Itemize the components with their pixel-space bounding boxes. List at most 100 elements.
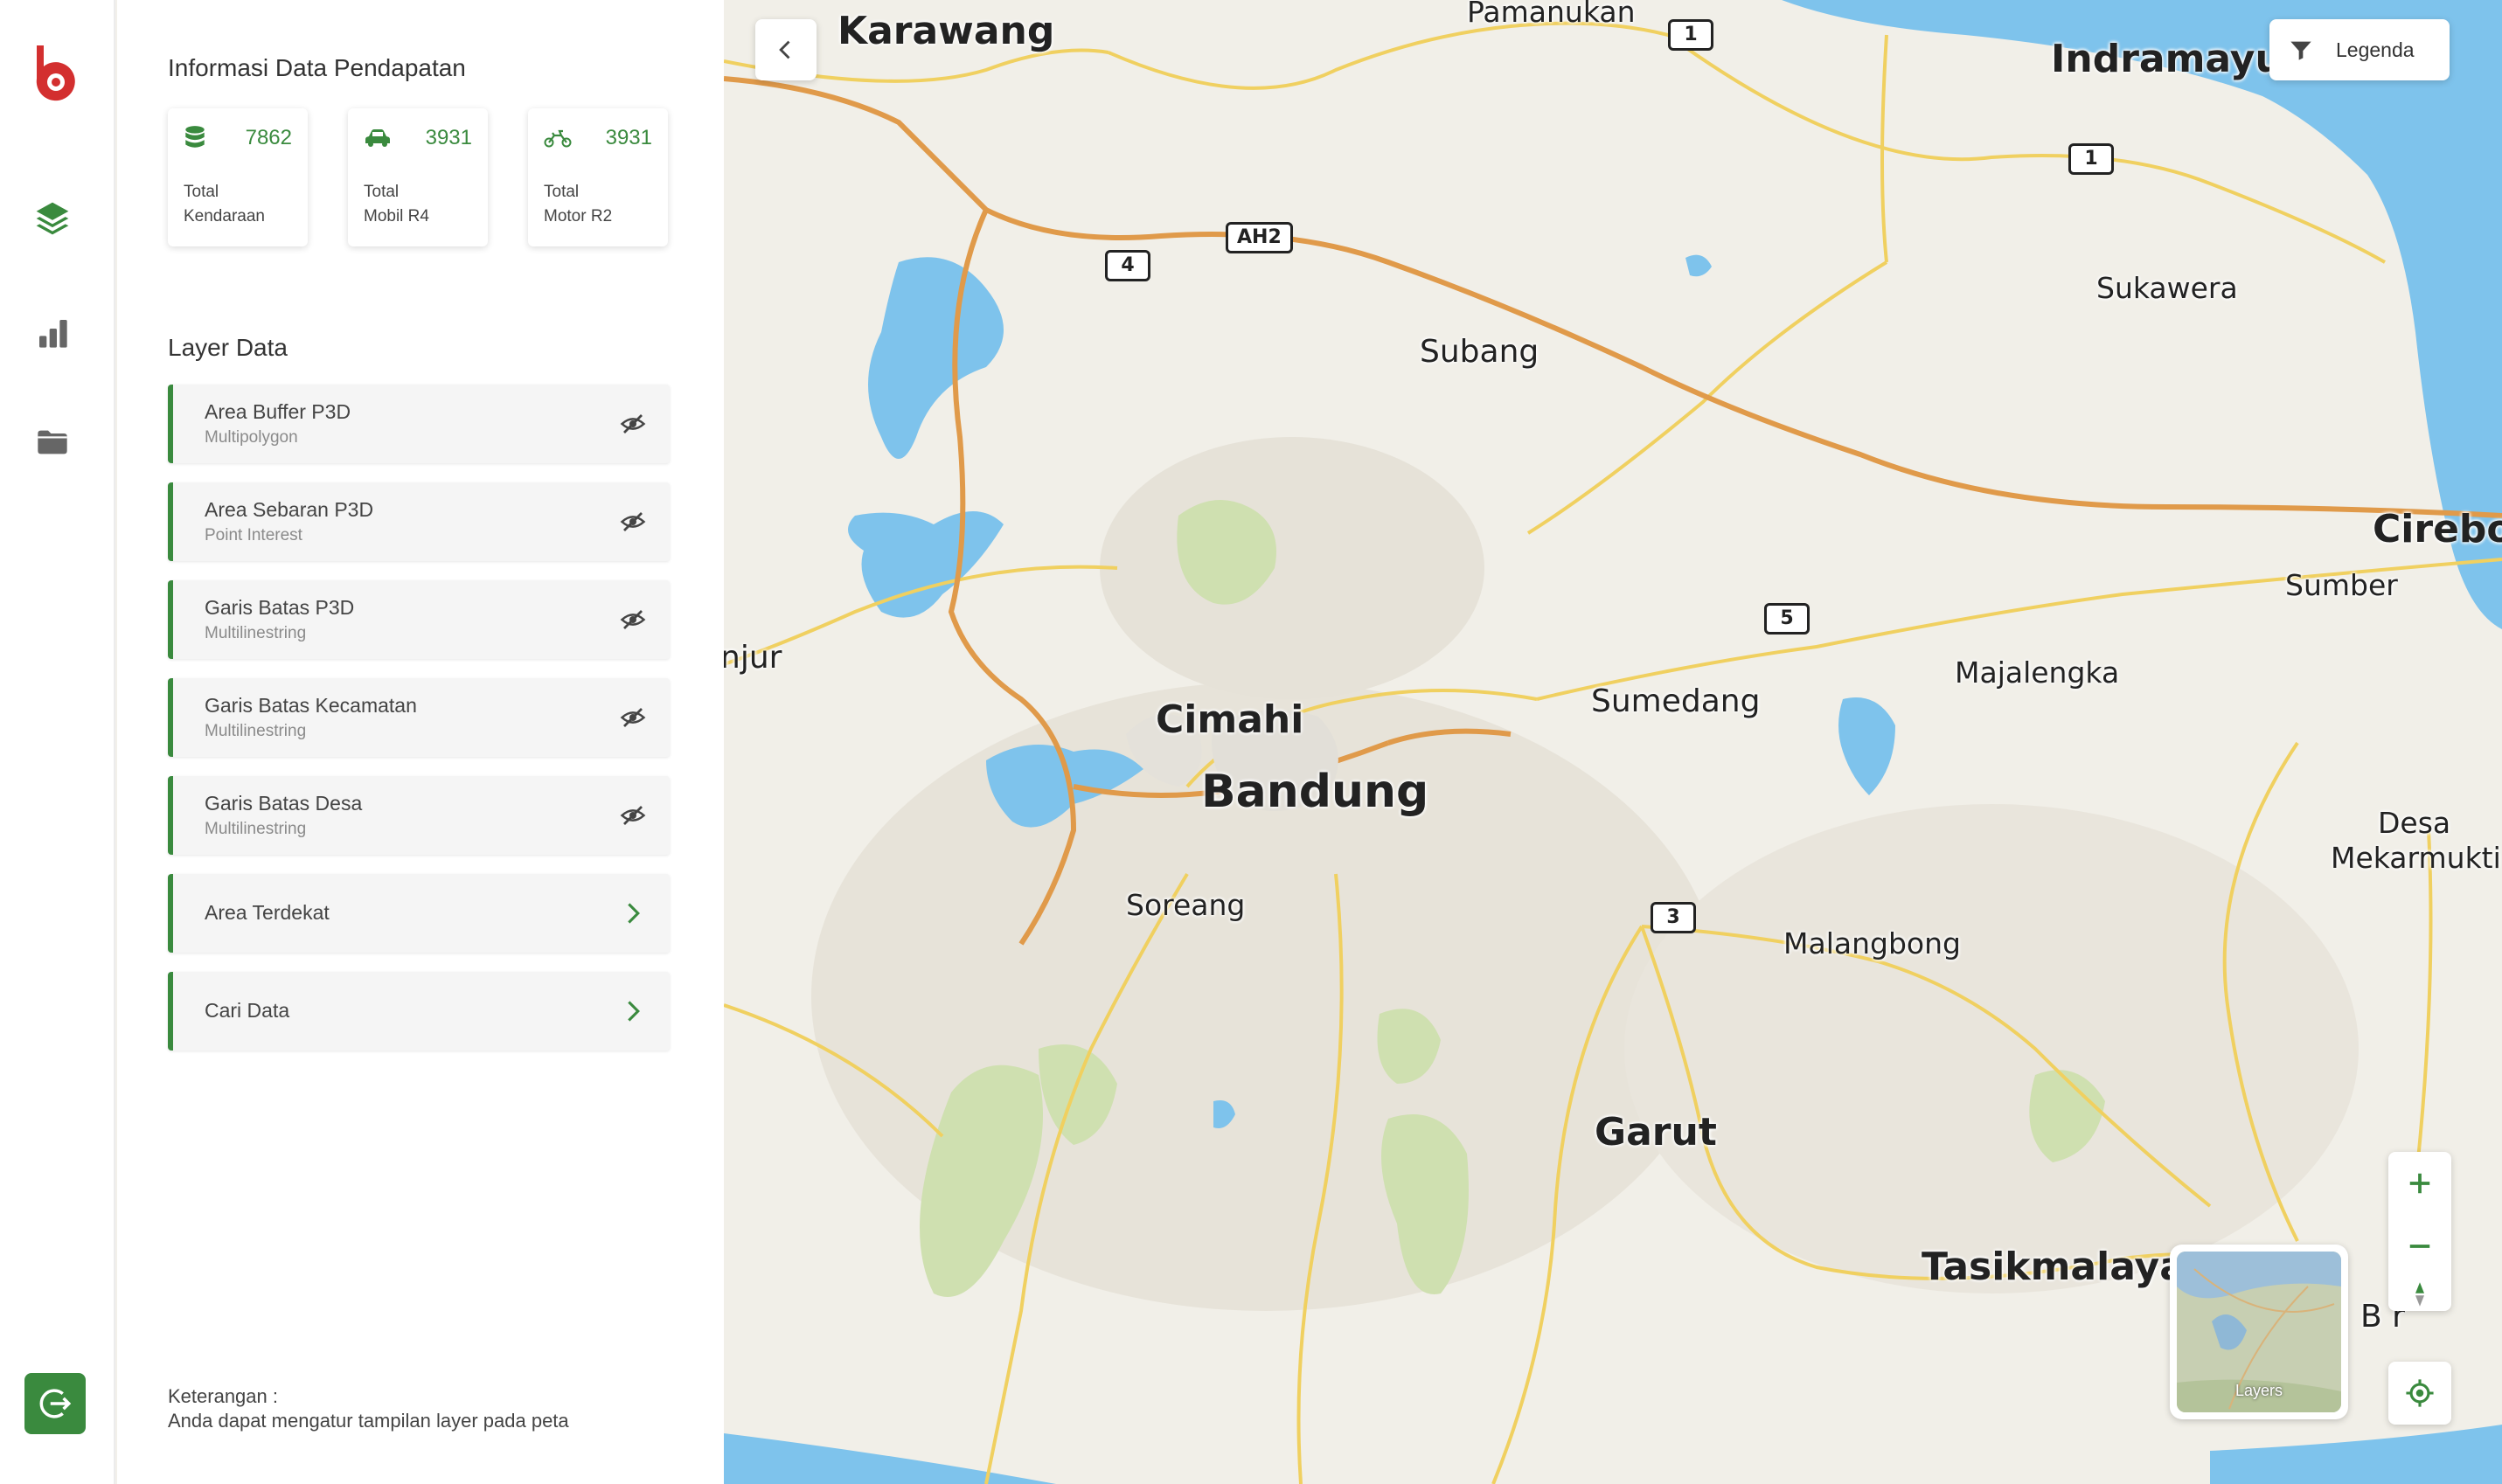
place-label: Cirebon [2373,507,2502,551]
eye-off-icon [620,512,646,531]
place-label: Desa [2378,806,2451,840]
place-label: Tasikmalaya [1922,1245,2186,1289]
layer-name: Garis Batas Desa [205,792,363,815]
road-shield: AH2 [1226,222,1293,253]
stat-card-total-cars: 3931 Total Mobil R4 [348,108,488,246]
stat-label: Motor R2 [544,207,613,225]
location-target-icon [2406,1379,2434,1407]
nav-files[interactable] [31,421,73,463]
place-label: Pamanukan [1467,0,1636,29]
layer-item-garis-batas-p3d[interactable]: Garis Batas P3D Multilinestring [168,580,670,659]
compass-icon [2415,1282,2424,1307]
place-label: Subang [1420,334,1539,370]
layer-type: Multipolygon [205,428,298,447]
minus-icon [2409,1245,2430,1248]
nav-layers[interactable] [31,198,73,239]
eye-off-icon [620,610,646,629]
place-label: Sumedang [1591,683,1761,719]
legend-button[interactable]: Legenda [2269,19,2450,80]
locate-me-button[interactable] [2388,1362,2451,1425]
bar-chart-icon [39,320,67,348]
road-shield: 4 [1105,250,1150,281]
eye-off-icon [620,414,646,433]
layer-switcher-minimap[interactable]: Layers [2170,1245,2348,1419]
layer-type: Multilinestring [205,820,307,838]
brand-logo-icon[interactable] [33,44,77,105]
stat-label: Kendaraan [184,207,265,225]
stat-card-total-vehicles: 7862 Total Kendaraan [168,108,308,246]
layer-name: Garis Batas P3D [205,596,355,619]
road-shield: 1 [1668,19,1713,51]
layer-name: Area Buffer P3D [205,400,351,423]
panel-note: Keterangan : Anda dapat mengatur tampila… [168,1384,569,1433]
place-label: Malangbong [1783,926,1961,960]
nav-statistics[interactable] [31,312,73,354]
chevron-left-icon [779,40,790,59]
place-label: Cimahi [1156,697,1304,742]
eye-off-icon [620,708,646,727]
place-label: Indramayu [2051,37,2283,81]
layer-item-area-buffer[interactable]: Area Buffer P3D Multipolygon [168,385,670,463]
motorcycle-icon [544,129,572,148]
layer-item-garis-batas-desa[interactable]: Garis Batas Desa Multilinestring [168,776,670,855]
visibility-toggle[interactable] [617,702,649,733]
minimap-preview: Layers [2177,1252,2341,1412]
stats-row: 7862 Total Kendaraan 3931 Total Mobil R4 [168,108,668,246]
stat-value: 3931 [425,126,472,149]
database-icon [185,126,205,148]
place-label: Soreang [1126,888,1246,922]
stat-label: Mobil R4 [364,207,429,225]
road-shield: 5 [1764,603,1810,635]
place-label: Karawang [837,9,1055,53]
road-shield: 1 [2068,143,2114,175]
stat-label: Total [544,183,580,201]
zoom-in-button[interactable] [2388,1152,2451,1215]
place-label: Sumber [2285,568,2398,602]
link-area-terdekat[interactable]: Area Terdekat [168,874,670,953]
plus-icon [2409,1173,2430,1194]
minimap-label: Layers [2234,1382,2283,1399]
place-label: Mekarmukti [2331,841,2501,875]
filter-icon [2290,41,2311,60]
collapse-panel-button[interactable] [755,19,817,80]
visibility-toggle[interactable] [617,506,649,537]
eye-off-icon [620,806,646,825]
note-label: Keterangan : [168,1385,278,1407]
layer-name: Garis Batas Kecamatan [205,694,417,717]
map-view[interactable]: Karawang Pamanukan Indramayu Sukawera Su… [724,0,2502,1484]
link-cari-data[interactable]: Cari Data [168,972,670,1051]
chevron-right-icon [617,898,649,929]
stat-label: Total [364,183,400,201]
logout-icon [39,1389,72,1418]
side-panel: Informasi Data Pendapatan 7862 Total Ken… [117,0,724,1484]
layer-type: Point Interest [205,526,302,544]
icon-rail [0,0,115,1484]
place-label: Bandung [1201,766,1429,818]
layer-type: Multilinestring [205,624,307,642]
info-title: Informasi Data Pendapatan [168,54,466,81]
stat-label: Total [184,183,219,201]
visibility-toggle[interactable] [617,800,649,831]
place-label: Sukawera [2096,271,2238,305]
layer-item-area-sebaran[interactable]: Area Sebaran P3D Point Interest [168,482,670,561]
logout-button[interactable] [24,1373,86,1434]
note-text: Anda dapat mengatur tampilan layer pada … [168,1410,569,1432]
stat-value: 7862 [245,126,292,149]
place-label: Garut [1595,1110,1717,1155]
link-label: Area Terdekat [205,901,330,924]
layer-type: Multilinestring [205,722,307,740]
stat-value: 3931 [605,126,652,149]
visibility-toggle[interactable] [617,604,649,635]
layer-name: Area Sebaran P3D [205,498,374,521]
compass-button[interactable] [2388,1278,2451,1311]
layers-icon [36,202,69,235]
folder-icon [38,430,67,454]
zoom-controls [2388,1152,2451,1311]
place-label: njur [724,640,782,676]
zoom-out-button[interactable] [2388,1215,2451,1278]
road-shield: 3 [1651,902,1696,933]
layer-item-garis-batas-kecamatan[interactable]: Garis Batas Kecamatan Multilinestring [168,678,670,757]
visibility-toggle[interactable] [617,408,649,440]
layers-title: Layer Data [168,334,288,361]
chevron-right-icon [617,995,649,1027]
